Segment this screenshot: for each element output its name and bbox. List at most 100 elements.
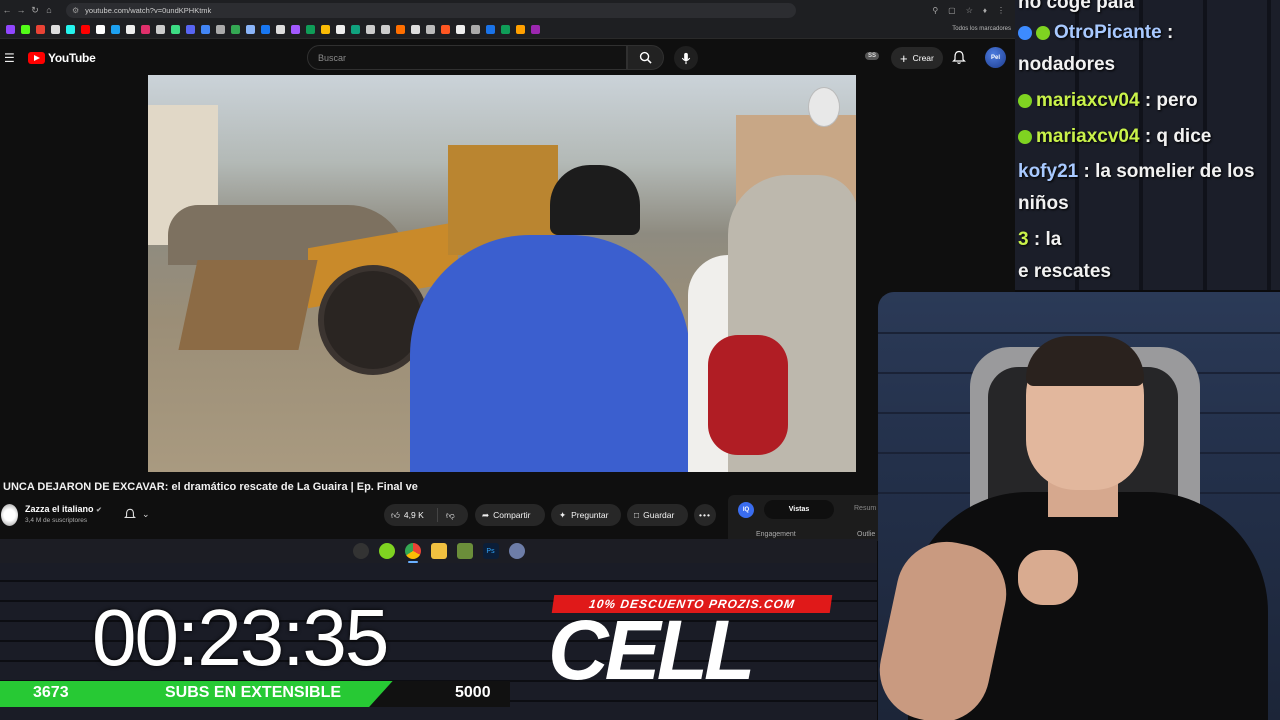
chat-username[interactable]: kofy21 xyxy=(1018,161,1078,182)
bookmark-icon[interactable] xyxy=(336,24,345,34)
more-actions-button[interactable]: ••• xyxy=(694,504,716,526)
webcam-feed xyxy=(878,292,1280,720)
bookmark-icon[interactable] xyxy=(381,24,390,34)
youtube-header: ☰ YouTube Buscar SS + Crear Pel xyxy=(0,39,1015,77)
bookmark-icon[interactable] xyxy=(216,24,225,34)
like-dislike-group: 👍︎ 4,9 K 👎︎ xyxy=(384,504,468,526)
save-button[interactable]: □ Guardar xyxy=(627,504,688,526)
forward-icon[interactable]: → xyxy=(14,5,28,15)
bookmark-icon[interactable] xyxy=(231,24,240,34)
bookmark-icon[interactable] xyxy=(486,24,495,34)
subs-label: SUBS EN EXTENSIBLE xyxy=(165,684,342,701)
bookmark-icon[interactable] xyxy=(156,24,165,34)
site-info-icon[interactable]: ⚙ xyxy=(72,6,79,15)
bookmark-icon[interactable] xyxy=(246,24,255,34)
app-icon[interactable] xyxy=(378,543,395,559)
video-person-cap xyxy=(550,165,640,235)
bookmark-icon[interactable] xyxy=(276,24,285,34)
bookmark-icon[interactable] xyxy=(171,24,180,34)
home-icon[interactable]: ⌂ xyxy=(42,5,56,15)
address-bar[interactable]: ⚙ youtube.com/watch?v=0undKPHKtmk xyxy=(66,2,796,18)
channel-name[interactable]: Zazza el italiano ✔ xyxy=(25,504,102,514)
game-icon[interactable] xyxy=(456,543,473,559)
channel-avatar[interactable] xyxy=(1,504,18,526)
bookmark-icon[interactable] xyxy=(471,24,480,34)
extension-panel: IQ Vistas Resum Engagement Outlie xyxy=(728,495,878,541)
tab-vistas[interactable]: Vistas xyxy=(764,500,834,519)
bookmark-icon[interactable] xyxy=(306,24,315,34)
like-count: 4,9 K xyxy=(403,510,424,520)
search-button[interactable] xyxy=(627,45,664,70)
all-bookmarks-link[interactable]: Todos los marcadores xyxy=(952,26,1015,32)
bookmark-icon[interactable] xyxy=(51,24,60,34)
bookmark-icon[interactable] xyxy=(141,24,150,34)
thumbs-up-icon: 👍︎ xyxy=(391,509,400,520)
bookmark-icon[interactable] xyxy=(21,24,30,34)
folder-icon[interactable] xyxy=(430,543,447,559)
menu-dots-icon[interactable]: ⋮ xyxy=(997,6,1005,15)
channel-name-text: Zazza el italiano xyxy=(25,504,94,514)
bookmark-icon[interactable] xyxy=(291,24,300,34)
video-person-blue-shirt xyxy=(410,235,690,472)
dislike-button[interactable]: 👎︎ xyxy=(438,510,455,521)
bookmark-icon[interactable] xyxy=(396,24,405,34)
bookmark-icon[interactable] xyxy=(501,24,510,34)
bell-icon xyxy=(952,50,966,64)
notifications-button[interactable] xyxy=(952,50,966,70)
search-placeholder: Buscar xyxy=(318,52,347,63)
share-page-icon[interactable]: ▢ xyxy=(948,6,956,15)
chat-badge-icon xyxy=(1036,25,1050,40)
like-button[interactable]: 👍︎ 4,9 K xyxy=(384,508,438,522)
tab-resumen[interactable]: Resum xyxy=(854,505,876,512)
chat-badge-icon xyxy=(1018,93,1032,108)
bookmark-icon[interactable] xyxy=(321,24,330,34)
bookmark-icon[interactable] xyxy=(186,24,195,34)
bookmark-icon[interactable] xyxy=(456,24,465,34)
extensions-icon[interactable]: ♦ xyxy=(983,6,987,15)
bookmarks-bar: Todos los marcadores xyxy=(0,20,1015,39)
bookmark-icon[interactable] xyxy=(201,24,210,34)
bookmark-icon[interactable] xyxy=(81,24,90,34)
taskbar: Ps xyxy=(0,539,877,563)
bookmark-icon[interactable] xyxy=(126,24,135,34)
bookmark-star-icon[interactable]: ☆ xyxy=(966,6,973,15)
bookmark-icon[interactable] xyxy=(531,24,540,34)
chat-username[interactable]: mariaxcv04 xyxy=(1036,90,1140,111)
reload-icon[interactable]: ↻ xyxy=(28,5,42,16)
bookmark-icon[interactable] xyxy=(351,24,360,34)
search-input[interactable]: Buscar xyxy=(307,45,627,70)
bookmark-icon[interactable] xyxy=(96,24,105,34)
video-loader-bucket xyxy=(178,260,318,350)
create-button[interactable]: + Crear xyxy=(891,47,943,69)
avatar[interactable]: Pel xyxy=(985,47,1006,68)
bookmark-icon[interactable] xyxy=(441,24,450,34)
share-button[interactable]: ➦ Compartir xyxy=(475,504,545,526)
obs-icon[interactable] xyxy=(352,543,369,559)
app-icon[interactable] xyxy=(508,543,525,559)
bookmark-icon[interactable] xyxy=(426,24,435,34)
photoshop-icon[interactable]: Ps xyxy=(482,543,499,559)
subscription-notifications-button[interactable]: ⌄ xyxy=(119,503,155,525)
back-icon[interactable]: ← xyxy=(0,5,14,15)
bookmark-icon[interactable] xyxy=(516,24,525,34)
youtube-logo[interactable]: YouTube xyxy=(28,51,96,65)
hamburger-menu-icon[interactable]: ☰ xyxy=(4,51,15,65)
bookmark-icon[interactable] xyxy=(411,24,420,34)
chrome-icon[interactable] xyxy=(404,543,421,563)
chat-username[interactable]: 3 xyxy=(1018,229,1029,250)
voice-search-button[interactable] xyxy=(674,46,698,70)
chat-message: kofy21 : la somelier de los xyxy=(1018,161,1255,182)
chat-message: no coge pala xyxy=(1018,0,1135,13)
video-player[interactable] xyxy=(148,75,856,472)
bookmark-icon[interactable] xyxy=(66,24,75,34)
chat-username[interactable]: mariaxcv04 xyxy=(1036,126,1140,147)
bookmark-icon[interactable] xyxy=(111,24,120,34)
bookmark-icon[interactable] xyxy=(6,24,15,34)
bookmark-icon[interactable] xyxy=(36,24,45,34)
bookmark-icon: □ xyxy=(634,510,640,520)
chat-username[interactable]: OtroPicante xyxy=(1054,22,1162,43)
bookmark-icon[interactable] xyxy=(366,24,375,34)
bookmark-icon[interactable] xyxy=(261,24,270,34)
ask-button[interactable]: ✦ Preguntar xyxy=(551,504,621,526)
zoom-icon[interactable]: ⚲ xyxy=(932,6,938,15)
